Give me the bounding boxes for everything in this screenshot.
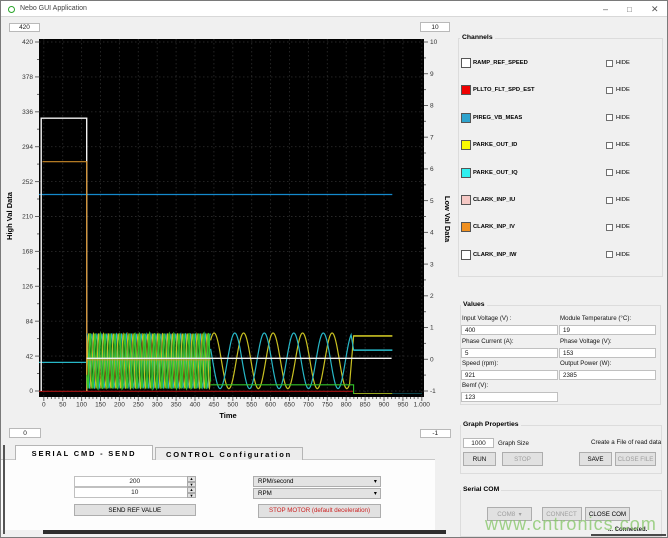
svg-text:126: 126 — [22, 284, 33, 291]
svg-text:900: 900 — [379, 402, 390, 409]
svg-text:-1: -1 — [430, 388, 436, 395]
svg-text:Time: Time — [219, 411, 236, 420]
svg-text:750: 750 — [322, 402, 333, 409]
svg-text:600: 600 — [265, 402, 276, 409]
svg-text:3: 3 — [430, 261, 434, 268]
svg-text:0: 0 — [29, 388, 33, 395]
svg-text:1.000: 1.000 — [414, 402, 431, 409]
svg-text:550: 550 — [246, 402, 257, 409]
svg-text:10: 10 — [430, 39, 438, 46]
svg-text:100: 100 — [76, 402, 87, 409]
svg-text:252: 252 — [22, 179, 33, 186]
svg-text:2: 2 — [430, 293, 434, 300]
svg-text:294: 294 — [22, 144, 33, 151]
svg-text:850: 850 — [360, 402, 371, 409]
svg-text:950: 950 — [397, 402, 408, 409]
svg-text:150: 150 — [95, 402, 106, 409]
svg-text:420: 420 — [22, 39, 33, 46]
svg-text:6: 6 — [430, 166, 434, 173]
svg-text:800: 800 — [341, 402, 352, 409]
svg-text:5: 5 — [430, 198, 434, 205]
svg-text:450: 450 — [208, 402, 219, 409]
svg-text:9: 9 — [430, 71, 434, 78]
svg-text:8: 8 — [430, 103, 434, 110]
svg-text:Low Val Data: Low Val Data — [443, 196, 452, 243]
svg-text:0: 0 — [430, 357, 434, 364]
svg-text:168: 168 — [22, 249, 33, 256]
svg-text:High Val Data: High Val Data — [5, 191, 14, 240]
svg-text:4: 4 — [430, 230, 434, 237]
svg-text:700: 700 — [303, 402, 314, 409]
svg-text:0: 0 — [42, 402, 46, 409]
svg-text:650: 650 — [284, 402, 295, 409]
svg-text:210: 210 — [22, 214, 33, 221]
svg-text:400: 400 — [190, 402, 201, 409]
svg-text:7: 7 — [430, 134, 434, 141]
svg-text:1: 1 — [430, 325, 434, 332]
svg-text:200: 200 — [114, 402, 125, 409]
svg-text:500: 500 — [227, 402, 238, 409]
svg-text:84: 84 — [26, 318, 34, 325]
svg-text:336: 336 — [22, 109, 33, 116]
svg-text:350: 350 — [171, 402, 182, 409]
svg-text:42: 42 — [26, 353, 34, 360]
svg-text:50: 50 — [59, 402, 67, 409]
svg-text:378: 378 — [22, 74, 33, 81]
svg-text:300: 300 — [152, 402, 163, 409]
svg-text:250: 250 — [133, 402, 144, 409]
